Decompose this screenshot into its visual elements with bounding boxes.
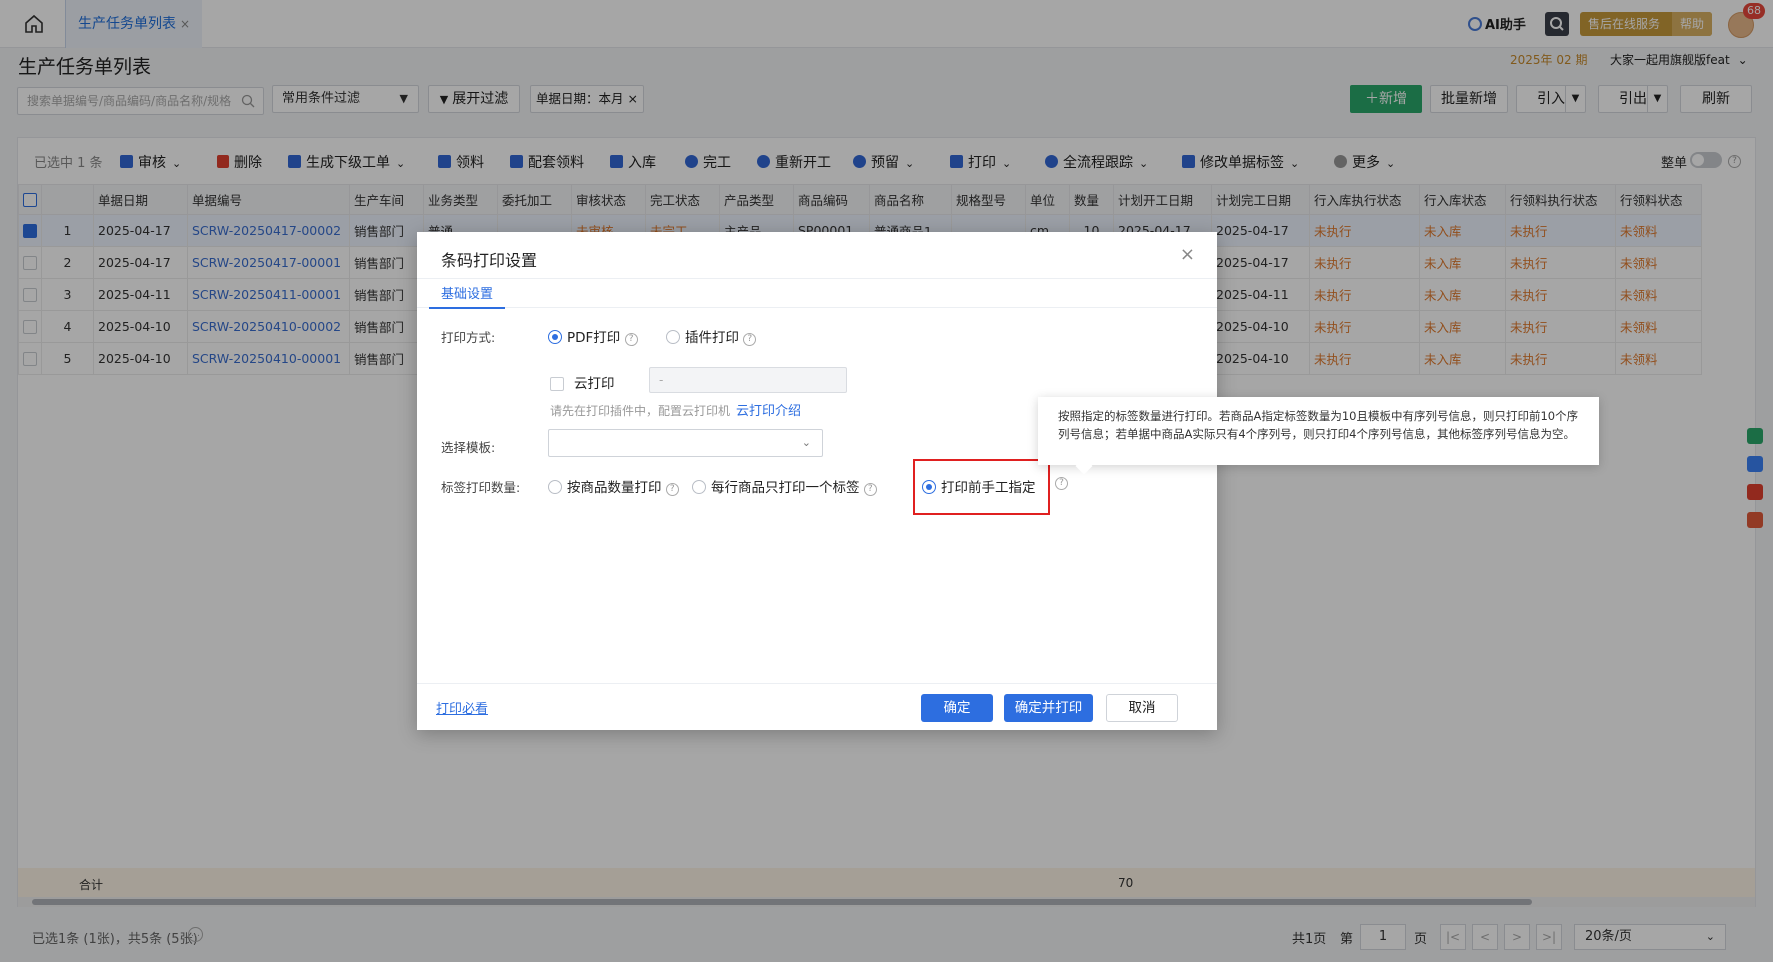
cloud-hint-text: 请先在打印插件中，配置云打印机: [550, 404, 731, 418]
radio-indicator: [548, 480, 562, 494]
radio-indicator: [666, 330, 680, 344]
qty-opt1-label: 按商品数量打印: [567, 480, 662, 496]
radio-plugin-print[interactable]: 插件打印 ?: [666, 326, 757, 346]
template-label: 选择模板:: [441, 440, 496, 455]
cancel-button[interactable]: 取消: [1106, 694, 1178, 722]
radio-print-by-quantity[interactable]: 按商品数量打印 ?: [548, 476, 679, 496]
help-circle-icon[interactable]: ?: [743, 333, 757, 346]
radio-indicator: [548, 330, 562, 344]
template-select[interactable]: ⌄: [548, 429, 823, 457]
checkbox-indicator: [550, 377, 564, 391]
cloud-print-intro-link[interactable]: 云打印介绍: [736, 404, 801, 419]
dialog-title: 条码打印设置: [441, 251, 538, 270]
close-icon[interactable]: ×: [1180, 244, 1195, 265]
tab-basic-settings[interactable]: 基础设置: [429, 279, 506, 309]
help-circle-icon[interactable]: ?: [1055, 475, 1068, 490]
print-mode-label: 打印方式:: [441, 330, 496, 345]
highlight-box: [913, 459, 1050, 515]
cloud-printer-input[interactable]: -: [649, 367, 847, 393]
ok-and-print-button[interactable]: 确定并打印: [1004, 694, 1093, 722]
chevron-down-icon: ⌄: [801, 436, 811, 449]
pdf-print-label: PDF打印: [567, 330, 621, 346]
tooltip: 按照指定的标签数量进行打印。若商品A指定标签数量为10且模板中有序列号信息，则只…: [1038, 397, 1599, 465]
radio-one-label-per-row[interactable]: 每行商品只打印一个标签 ?: [692, 476, 877, 496]
help-circle-icon[interactable]: ?: [665, 483, 679, 496]
cloud-print-checkbox[interactable]: 云打印: [550, 372, 615, 392]
plugin-print-label: 插件打印: [685, 330, 739, 346]
print-must-read-link[interactable]: 打印必看: [436, 698, 488, 717]
help-circle-icon[interactable]: ?: [624, 333, 638, 346]
cloud-hint: 请先在打印插件中，配置云打印机 云打印介绍: [550, 400, 801, 419]
dialog-footer: 打印必看 确定 确定并打印 取消: [417, 683, 1217, 730]
help-circle-icon[interactable]: ?: [863, 483, 877, 496]
barcode-print-settings-dialog: 条码打印设置 × 基础设置 打印方式: PDF打印 ? 插件打印 ? 云打印 -…: [417, 232, 1217, 730]
label-quantity-label: 标签打印数量:: [441, 480, 521, 495]
radio-indicator: [692, 480, 706, 494]
ok-button[interactable]: 确定: [921, 694, 993, 722]
dialog-tabs: 基础设置: [417, 278, 1217, 309]
qty-opt2-label: 每行商品只打印一个标签: [711, 480, 860, 496]
radio-pdf-print[interactable]: PDF打印 ?: [548, 326, 638, 346]
cloud-print-label: 云打印: [574, 376, 615, 392]
